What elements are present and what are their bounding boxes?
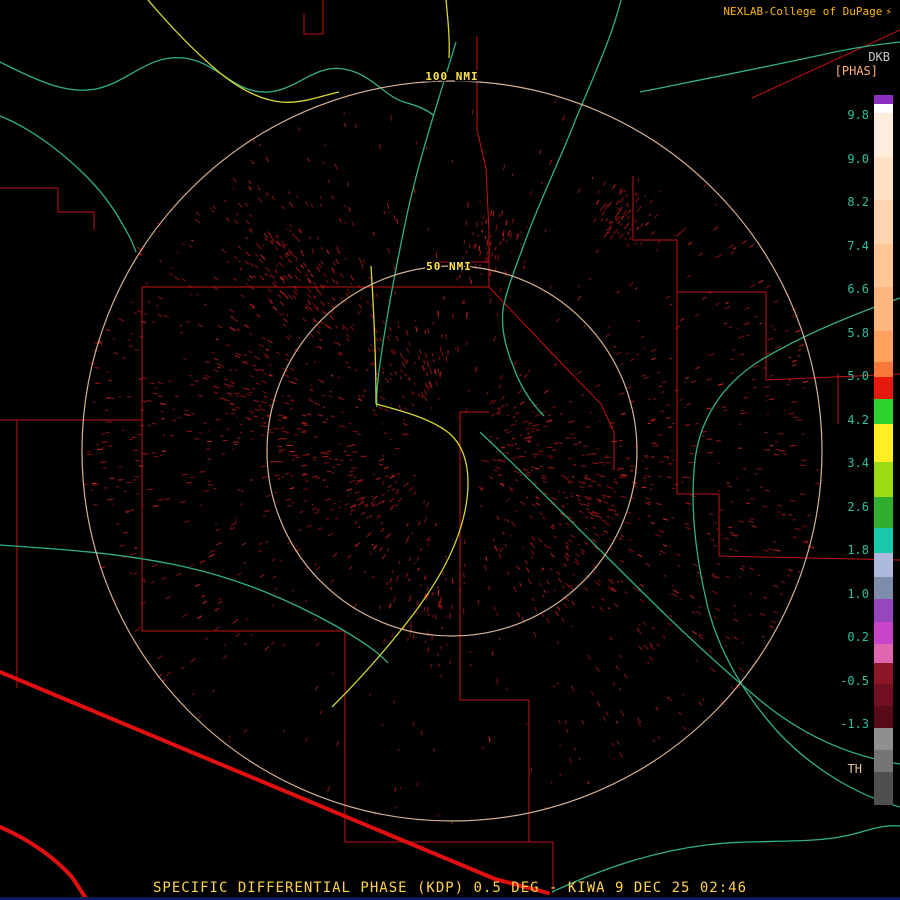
- colorbar-tick-label: 7.4: [809, 238, 869, 254]
- green-highway: [377, 42, 456, 407]
- range-rings: 100 NMI 50 NMI: [82, 70, 822, 821]
- border-line: [0, 672, 548, 893]
- range-ring-100nmi: [82, 81, 822, 821]
- highways-green: [0, 0, 900, 892]
- county-line: [304, 0, 323, 34]
- colorbar-segment: [874, 663, 893, 684]
- colorbar-segment: [874, 497, 893, 528]
- colorbar-segment: [874, 157, 893, 200]
- colorbar-tick-label: 5.8: [809, 325, 869, 341]
- colorbar-segment: [874, 113, 893, 157]
- green-highway: [0, 58, 434, 116]
- radar-map: 100 NMI 50 NMI: [0, 0, 900, 900]
- range-ring-label-100: 100 NMI: [425, 70, 478, 83]
- colorbar-tick-label: 8.2: [809, 194, 869, 210]
- colorbar-segment: [874, 644, 893, 663]
- colorbar-segment: [874, 728, 893, 750]
- colorbar-tick-label: -0.5: [809, 673, 869, 689]
- colorbar-segment: [874, 331, 893, 362]
- colorbar-segment: [874, 528, 893, 553]
- colorbar-segment: [874, 553, 893, 577]
- county-line: [0, 188, 94, 230]
- colorbar-tick-label: 0.2: [809, 629, 869, 645]
- colorbar-segment: [874, 577, 893, 599]
- colorbar-segment: [874, 399, 893, 424]
- colorbar-segment: [874, 706, 893, 728]
- colorbar-tick-label: 5.0: [809, 368, 869, 384]
- colorbar-segment: [874, 599, 893, 622]
- colorbar-segment: [874, 287, 893, 331]
- colorbar-unit: DKB: [868, 50, 890, 64]
- highways-yellow: [148, 0, 468, 707]
- colorbar-segment: [874, 377, 893, 399]
- colorbar-segments: [874, 95, 893, 805]
- colorbar-tick-label: 2.6: [809, 499, 869, 515]
- product-title: SPECIFIC DIFFERENTIAL PHASE (KDP) 0.5 DE…: [0, 880, 900, 896]
- colorbar-segment: [874, 750, 893, 772]
- range-ring-label-50: 50 NMI: [426, 260, 472, 273]
- yellow-highway: [446, 0, 449, 58]
- colorbar-tick-label: 1.8: [809, 542, 869, 558]
- echo-speckles: [83, 115, 819, 815]
- international-border: [0, 672, 548, 900]
- colorbar-segment: [874, 772, 893, 805]
- county-borders: [0, 0, 900, 893]
- colorbar-segment: [874, 244, 893, 287]
- yellow-highway: [332, 404, 468, 707]
- watermark: NEXLAB-College of DuPage ⚡: [723, 5, 892, 18]
- green-highway: [503, 0, 621, 416]
- green-highway: [0, 116, 136, 252]
- colorbar-tick-label: -1.3: [809, 716, 869, 732]
- colorbar-segment: [874, 462, 893, 497]
- watermark-text: NEXLAB-College of DuPage: [723, 5, 882, 18]
- colorbar-tick-label: 6.6: [809, 281, 869, 297]
- colorbar-threshold-label: TH: [848, 762, 862, 776]
- colorbar-segment: [874, 95, 893, 104]
- colorbar-tick-label: 9.0: [809, 151, 869, 167]
- colorbar-segment: [874, 424, 893, 462]
- colorbar-tick-label: 3.4: [809, 455, 869, 471]
- colorbar-tick-label: 1.0: [809, 586, 869, 602]
- county-line: [0, 420, 17, 688]
- colorbar-tick-label: 9.8: [809, 107, 869, 123]
- colorbar-segment: [874, 684, 893, 706]
- colorbar-segment: [874, 622, 893, 644]
- colorbar-tick-label: 4.2: [809, 412, 869, 428]
- county-line: [460, 631, 529, 842]
- county-line: [489, 287, 614, 470]
- colorbar-phase-label: [PHAS]: [835, 64, 878, 78]
- colorbar-segment: [874, 200, 893, 244]
- radar-display: { "brand": { "text": "NEXLAB-College of …: [0, 0, 900, 900]
- lightning-icon: ⚡: [885, 5, 892, 18]
- colorbar-segment: [874, 362, 893, 377]
- colorbar-segment: [874, 104, 893, 113]
- green-highway: [0, 545, 388, 663]
